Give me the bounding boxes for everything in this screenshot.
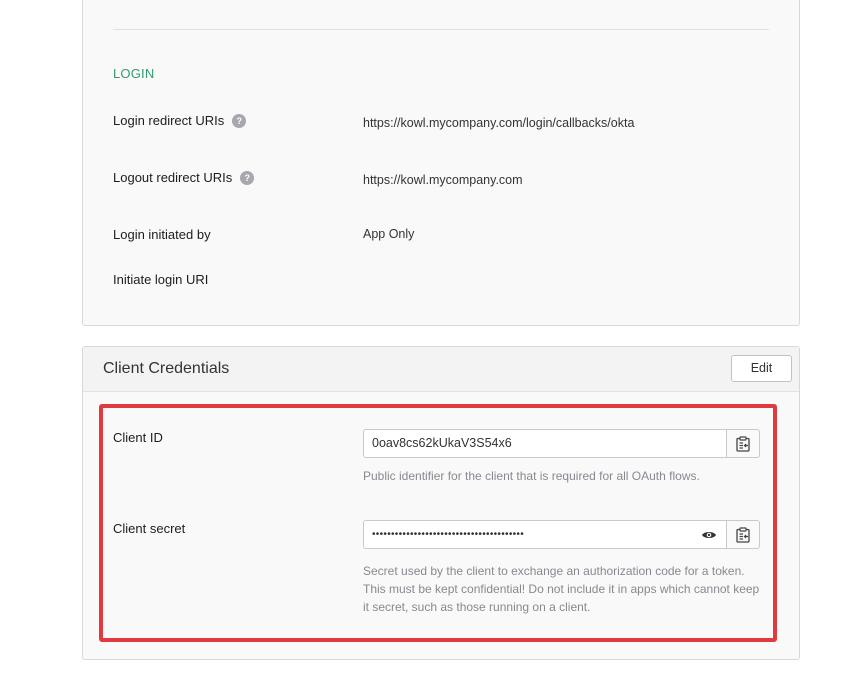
login-redirect-uris-label: Login redirect URIs ? <box>113 113 247 128</box>
help-circle-icon[interactable]: ? <box>232 113 247 128</box>
login-initiated-by-text: Login initiated by <box>113 227 211 242</box>
logout-redirect-uris-label: Logout redirect URIs ? <box>113 170 255 185</box>
client-id-label: Client ID <box>113 430 163 445</box>
login-redirect-uris-value: https://kowl.mycompany.com/login/callbac… <box>363 116 635 130</box>
initiate-login-uri-text: Initiate login URI <box>113 272 209 287</box>
login-initiated-by-label: Login initiated by <box>113 227 211 242</box>
copy-client-secret-button[interactable] <box>726 520 760 549</box>
initiate-login-uri-label: Initiate login URI <box>113 272 208 287</box>
clipboard-copy-icon <box>736 526 750 543</box>
logout-redirect-uris-text: Logout redirect URIs <box>113 170 233 185</box>
login-section-title: LOGIN <box>113 66 155 81</box>
client-secret-field[interactable]: •••••••••••••••••••••••••••••••••••••••• <box>363 520 727 549</box>
client-secret-hint: Secret used by the client to exchange an… <box>363 564 760 614</box>
client-credentials-header: Client Credentials Edit <box>83 347 799 392</box>
client-secret-label: Client secret <box>113 521 186 536</box>
client-id-hint: Public identifier for the client that is… <box>363 469 700 483</box>
client-id-field[interactable]: 0oav8cs62kUkaV3S54x6 <box>363 429 727 458</box>
edit-button[interactable]: Edit <box>731 355 792 382</box>
section-divider <box>113 29 769 30</box>
login-initiated-by-value: App Only <box>363 227 415 241</box>
client-credentials-title: Client Credentials <box>103 360 230 377</box>
clipboard-copy-icon <box>736 435 750 452</box>
help-circle-icon[interactable]: ? <box>240 170 255 185</box>
eye-icon[interactable] <box>700 527 718 543</box>
login-redirect-uris-text: Login redirect URIs <box>113 113 225 128</box>
client-secret-masked-value: •••••••••••••••••••••••••••••••••••••••• <box>372 529 525 540</box>
copy-client-id-button[interactable] <box>726 429 760 458</box>
logout-redirect-uris-value: https://kowl.mycompany.com <box>363 173 523 187</box>
login-settings-panel: LOGIN Login redirect URIs ? https://kowl… <box>82 0 800 326</box>
